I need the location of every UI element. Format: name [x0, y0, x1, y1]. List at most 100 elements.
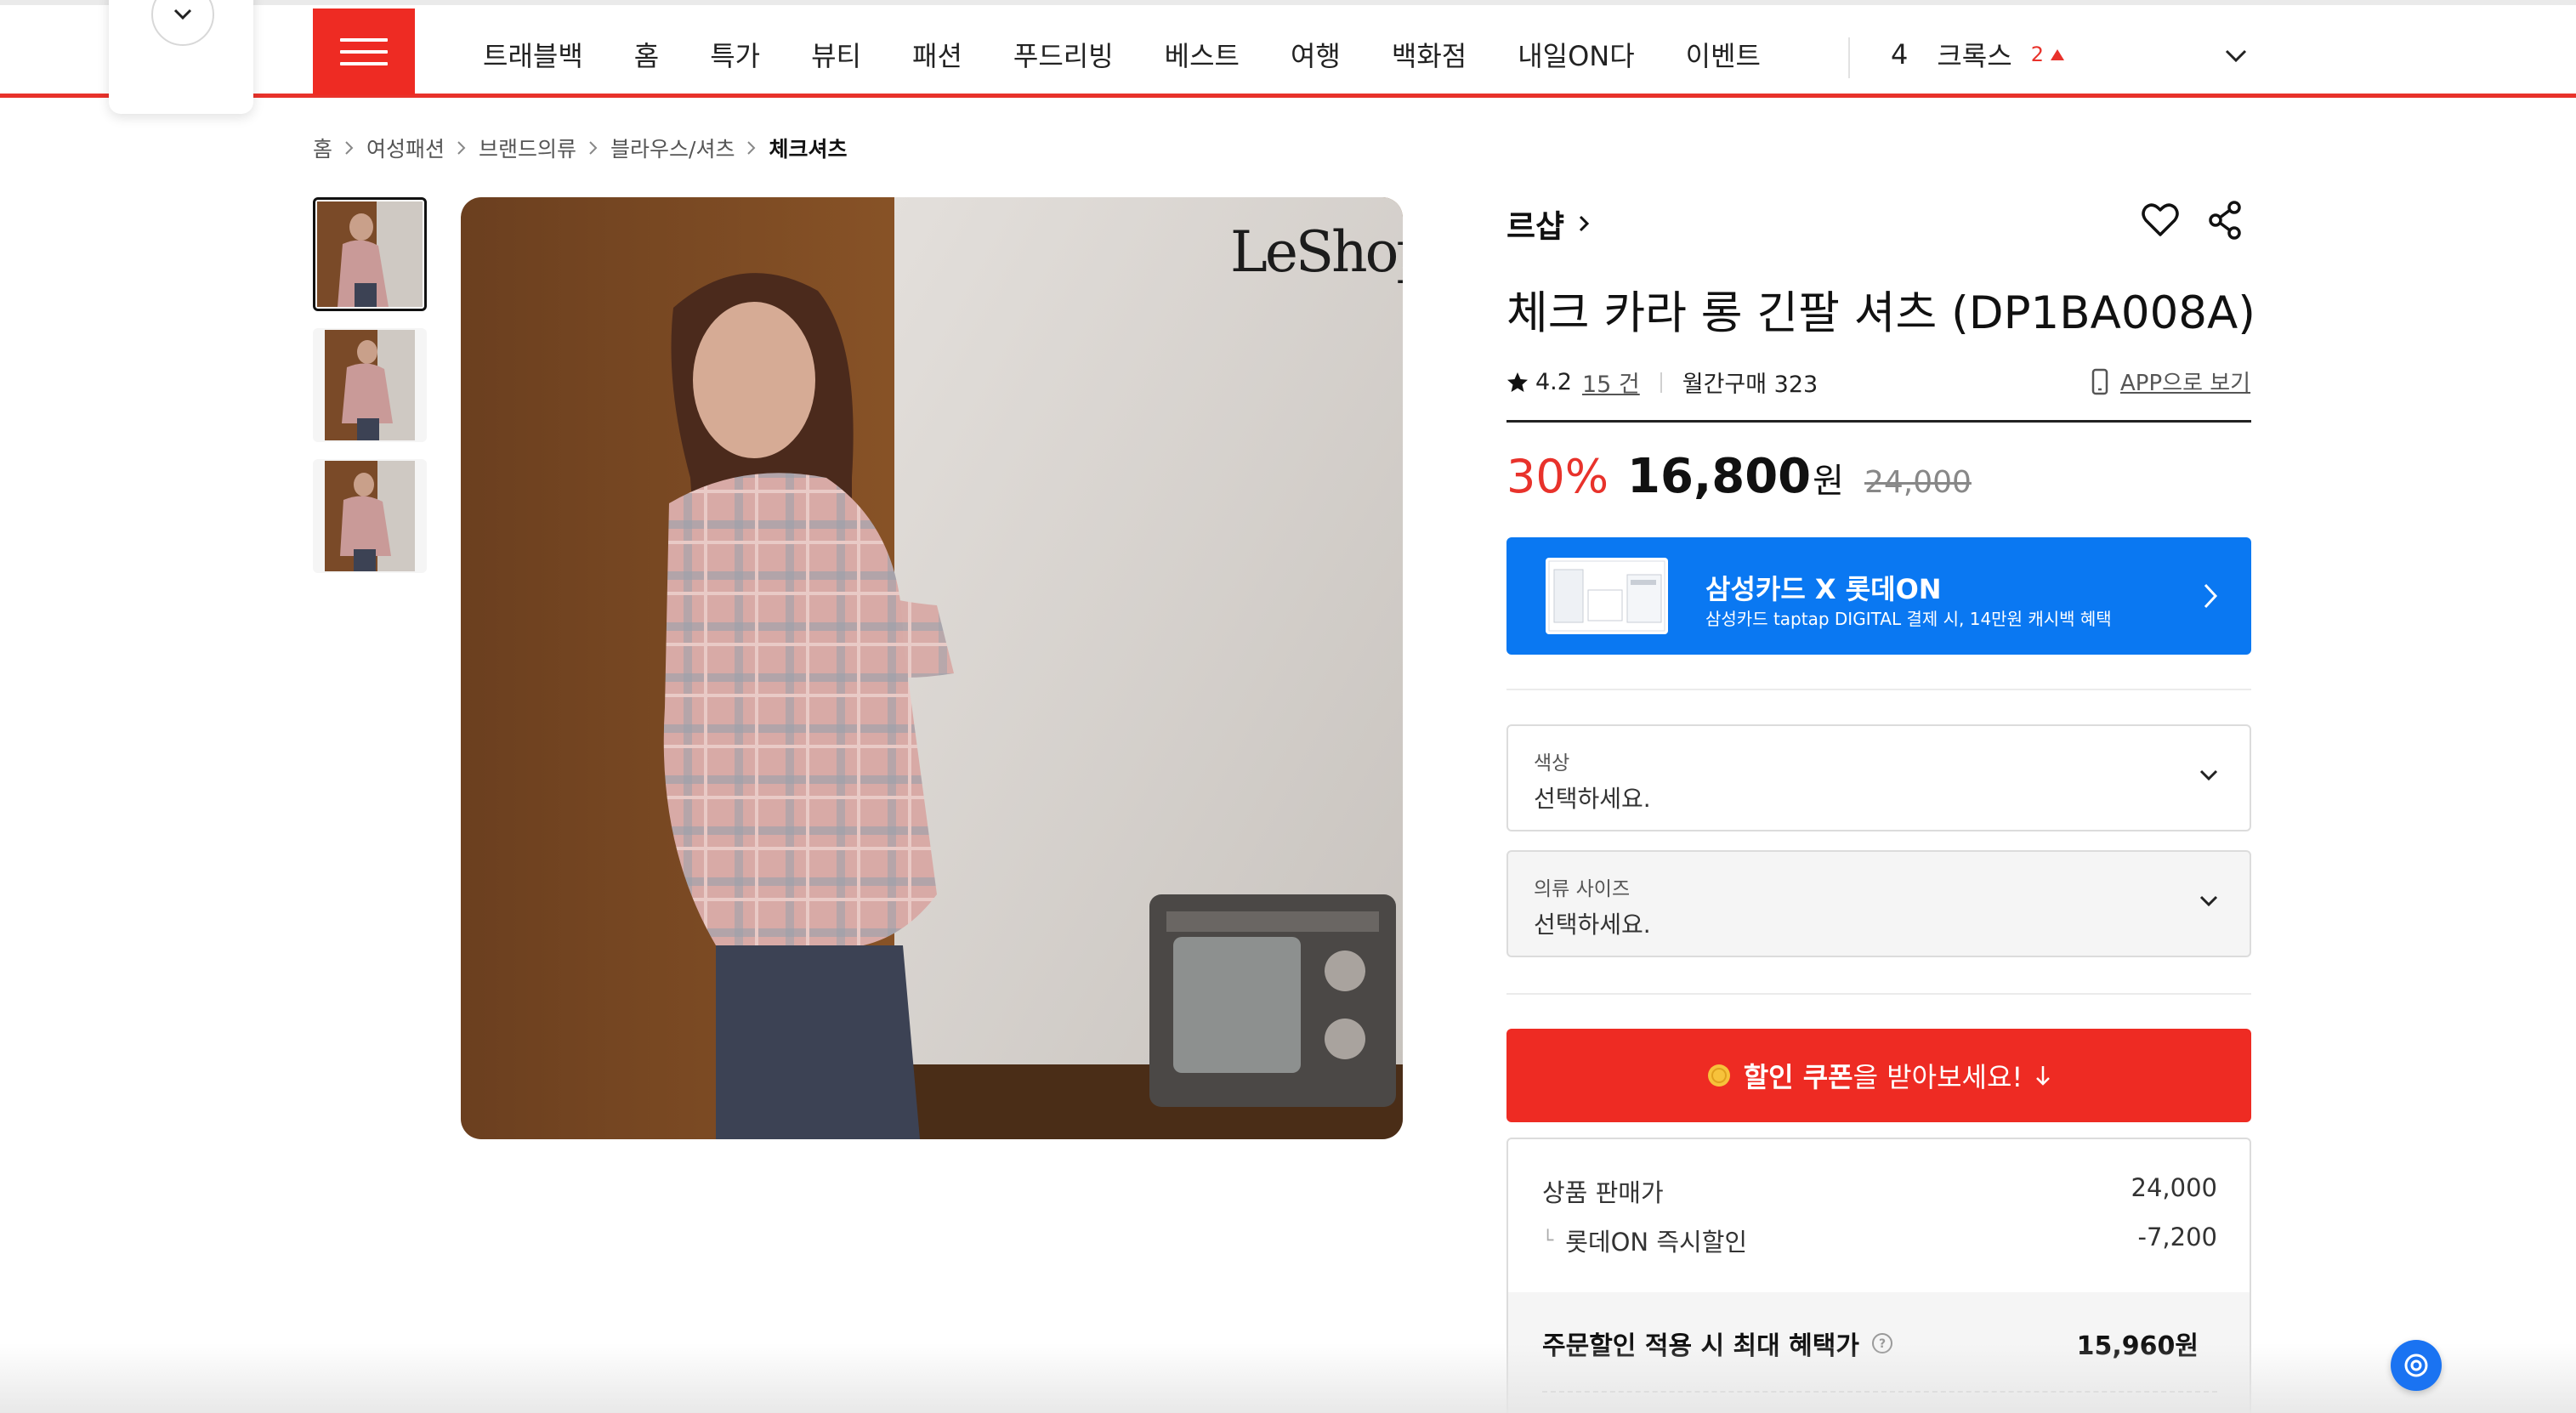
- nav-item-department-store[interactable]: 백화점: [1392, 35, 1467, 74]
- original-price: 24,000: [1864, 465, 1972, 500]
- hamburger-icon: [340, 30, 388, 74]
- floating-action-button[interactable]: [2391, 1340, 2442, 1391]
- rank-change: 2: [2030, 43, 2044, 66]
- section-divider: [1506, 689, 2251, 690]
- nav-item-deals[interactable]: 특가: [710, 35, 760, 74]
- chevron-right-icon: [2202, 582, 2219, 614]
- breadcrumb-separator-icon: [588, 140, 599, 156]
- review-count-link[interactable]: 15 건: [1582, 366, 1640, 399]
- coupon-download-button[interactable]: 할인 쿠폰 을 받아보세요!: [1506, 1029, 2251, 1122]
- dashed-divider: [1542, 1391, 2217, 1393]
- max-benefit-row: 주문할인 적용 시 최대 혜택가 ? 15,960원: [1542, 1325, 2199, 1362]
- breadcrumb-separator-icon: [344, 140, 355, 156]
- breadcrumb-home[interactable]: 홈: [313, 133, 332, 163]
- page: 트래블백 홈 특가 뷰티 패션 푸드리빙 베스트 여행 백화점 내일ON다 이벤…: [0, 0, 2576, 1413]
- max-benefit-label-wrap: 주문할인 적용 시 최대 혜택가 ?: [1542, 1325, 1893, 1362]
- thumbnail-3[interactable]: [313, 459, 427, 573]
- sale-price-label: 상품 판매가: [1542, 1178, 1664, 1207]
- nav-item-travelbag[interactable]: 트래블백: [483, 35, 583, 74]
- breadcrumb-brand-clothing[interactable]: 브랜드의류: [479, 133, 576, 163]
- nav-item-tomorrow-on[interactable]: 내일ON다: [1518, 35, 1634, 74]
- size-select[interactable]: 의류 사이즈 선택하세요.: [1506, 850, 2251, 957]
- nav-item-beauty[interactable]: 뷰티: [811, 35, 861, 74]
- nav-item-best[interactable]: 베스트: [1165, 35, 1240, 74]
- color-select-value: 선택하세요.: [1534, 785, 1651, 813]
- thumbnail-1[interactable]: [313, 197, 427, 311]
- card-promo-description: 삼성카드 taptap DIGITAL 결제 시, 14만원 캐시백 혜택: [1705, 609, 2112, 629]
- nav-item-travel[interactable]: 여행: [1291, 35, 1341, 74]
- keyword-expand-button[interactable]: [2219, 39, 2253, 73]
- product-title: 체크 카라 롱 긴팔 셔츠 (DP1BA008A): [1506, 287, 2255, 339]
- thumbnail-2[interactable]: [313, 328, 427, 442]
- nav-divider: [1848, 37, 1850, 78]
- nav-item-home[interactable]: 홈: [634, 35, 659, 74]
- coupon-bold-text: 할인 쿠폰: [1743, 1061, 1853, 1093]
- thumbnail-image: [325, 330, 415, 440]
- product-meta: 4.2 15 건 월간구매 323: [1506, 366, 1818, 399]
- card-promo-title: 삼성카드 X 롯데ON: [1705, 573, 1942, 605]
- smartphone-icon: [2091, 368, 2108, 395]
- coin-icon: [1706, 1063, 1732, 1088]
- sale-price-value: 24,000: [2131, 1173, 2217, 1202]
- size-select-value: 선택하세요.: [1534, 911, 1651, 939]
- price-row: 30% 16,800 원 24,000: [1506, 449, 1972, 504]
- instant-discount-label: 롯데ON 즉시할인: [1565, 1228, 1748, 1257]
- main-product-image[interactable]: LeShop: [461, 197, 1403, 1139]
- refresh-icon: [2404, 1353, 2428, 1377]
- chevron-right-icon: [1578, 213, 1590, 234]
- meta-divider: [1660, 372, 1662, 393]
- thumbnail-list: [313, 197, 427, 590]
- chevron-down-icon: [2199, 894, 2219, 911]
- app-view-link[interactable]: APP으로 보기: [2091, 366, 2250, 397]
- sub-item-icon: └: [1542, 1229, 1554, 1251]
- info-divider: [1506, 420, 2251, 423]
- breadcrumb-blouse-shirts[interactable]: 블라우스/셔츠: [610, 133, 735, 163]
- app-view-label: APP으로 보기: [2120, 371, 2251, 396]
- chevron-down-icon: [173, 9, 192, 20]
- nav-item-event[interactable]: 이벤트: [1686, 35, 1761, 74]
- rank-number: 4: [1891, 38, 1909, 71]
- breadcrumb-separator-icon: [457, 140, 467, 156]
- instant-discount-row: └ 롯데ON 즉시할인 -7,200: [1542, 1223, 2217, 1258]
- breadcrumb-women-fashion[interactable]: 여성패션: [366, 133, 445, 163]
- section-divider: [1506, 993, 2251, 995]
- svg-text:?: ?: [1879, 1337, 1886, 1351]
- share-icon: [2209, 201, 2241, 240]
- price-breakdown: 상품 판매가 24,000 └ 롯데ON 즉시할인 -7,200 주문할인 적용…: [1506, 1138, 2251, 1413]
- max-benefit-label: 주문할인 적용 시 최대 혜택가: [1542, 1331, 1859, 1361]
- category-menu-button[interactable]: [313, 9, 415, 95]
- discount-rate: 30%: [1506, 450, 1609, 503]
- color-select[interactable]: 색상 선택하세요.: [1506, 724, 2251, 831]
- chevron-down-icon: [2225, 49, 2247, 63]
- nav-item-food-living[interactable]: 푸드리빙: [1013, 35, 1114, 74]
- arrow-down-icon: [2034, 1064, 2051, 1087]
- wishlist-button[interactable]: [2139, 199, 2182, 241]
- breadcrumb-current[interactable]: 체크셔츠: [769, 133, 847, 163]
- floating-panel: [109, 0, 253, 114]
- rank-keyword: 크록스: [1937, 40, 2012, 72]
- breadcrumb: 홈 여성패션 브랜드의류 블라우스/셔츠 체크셔츠: [313, 133, 848, 163]
- size-select-label: 의류 사이즈: [1534, 878, 1631, 900]
- share-button[interactable]: [2205, 199, 2244, 241]
- brand-name: 르샵: [1506, 208, 1565, 245]
- thumbnail-image: [325, 461, 415, 571]
- heart-icon: [2142, 203, 2179, 236]
- nav-item-fashion[interactable]: 패션: [912, 35, 962, 74]
- floating-toggle-button[interactable]: [151, 0, 214, 46]
- help-icon[interactable]: ?: [1871, 1332, 1893, 1354]
- brand-link[interactable]: 르샵: [1506, 201, 1590, 247]
- instant-discount-label-wrap: └ 롯데ON 즉시할인: [1542, 1223, 1747, 1258]
- rank-up-icon: [2050, 48, 2064, 60]
- max-benefit-value: 15,960원: [2076, 1331, 2199, 1361]
- sale-price: 16,800: [1627, 449, 1812, 504]
- popular-keyword-ticker[interactable]: 4 크록스 2: [1891, 10, 2064, 99]
- star-icon: [1506, 372, 1529, 394]
- brand-watermark-logo: LeShop: [1230, 219, 1403, 285]
- card-promo-image: [1546, 558, 1668, 634]
- color-select-label: 색상: [1534, 752, 1570, 775]
- card-promo-banner[interactable]: 삼성카드 X 롯데ON 삼성카드 taptap DIGITAL 결제 시, 14…: [1506, 537, 2251, 655]
- sale-price-row: 상품 판매가 24,000: [1542, 1173, 2217, 1209]
- thumbnail-image: [317, 201, 423, 307]
- monthly-purchase: 월간구매 323: [1682, 372, 1819, 398]
- price-currency: 원: [1813, 462, 1844, 501]
